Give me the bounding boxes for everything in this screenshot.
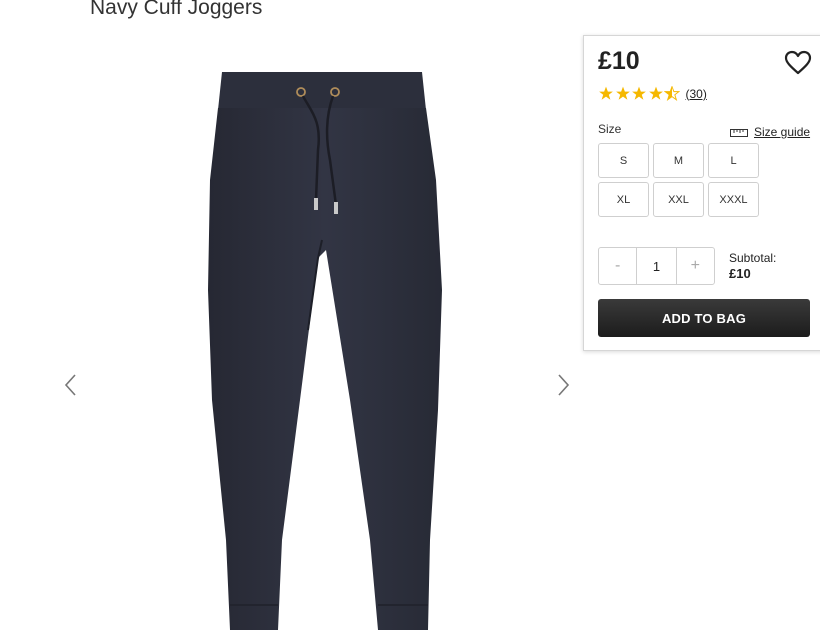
gallery-prev-button[interactable] [58,368,82,402]
size-guide-label: Size guide [754,125,811,139]
size-label: Size [598,122,622,136]
half-star-icon [664,86,680,101]
product-rating: (30) [598,86,707,101]
product-title: Navy Cuff Joggers [90,0,263,19]
gallery-next-button[interactable] [552,368,576,402]
quantity-increase-button[interactable]: + [677,248,714,284]
subtotal: Subtotal: £10 [729,250,776,282]
add-to-bag-button[interactable]: ADD TO BAG [598,299,810,337]
product-image [208,72,442,630]
size-option-m[interactable]: M [653,143,704,178]
quantity-stepper: - 1 + [598,247,715,285]
product-price: £10 [598,47,640,75]
size-option-s[interactable]: S [598,143,649,178]
size-option-xxxl[interactable]: XXXL [708,182,759,217]
subtotal-label: Subtotal: [729,251,777,265]
subtotal-amount: £10 [729,266,751,281]
star-rating [598,86,681,101]
wishlist-button[interactable] [784,50,812,76]
review-count-link[interactable]: (30) [686,87,707,101]
star-icon [632,86,646,100]
size-option-l[interactable]: L [708,143,759,178]
size-options: S M L XL XXL XXXL [598,143,762,217]
star-icon [599,86,613,100]
purchase-panel: £10 (30) Size Size guide S M L XL XXL XX… [583,35,820,351]
star-icon [615,86,630,100]
chevron-right-icon [558,374,570,396]
product-gallery [0,30,580,630]
star-icon [648,86,663,100]
quantity-decrease-button[interactable]: - [599,248,636,284]
ruler-icon [730,129,748,137]
chevron-left-icon [64,374,76,396]
size-option-xl[interactable]: XL [598,182,649,217]
size-guide-link[interactable]: Size guide [730,125,810,139]
quantity-input[interactable]: 1 [636,248,677,284]
heart-icon [784,50,812,75]
size-option-xxl[interactable]: XXL [653,182,704,217]
